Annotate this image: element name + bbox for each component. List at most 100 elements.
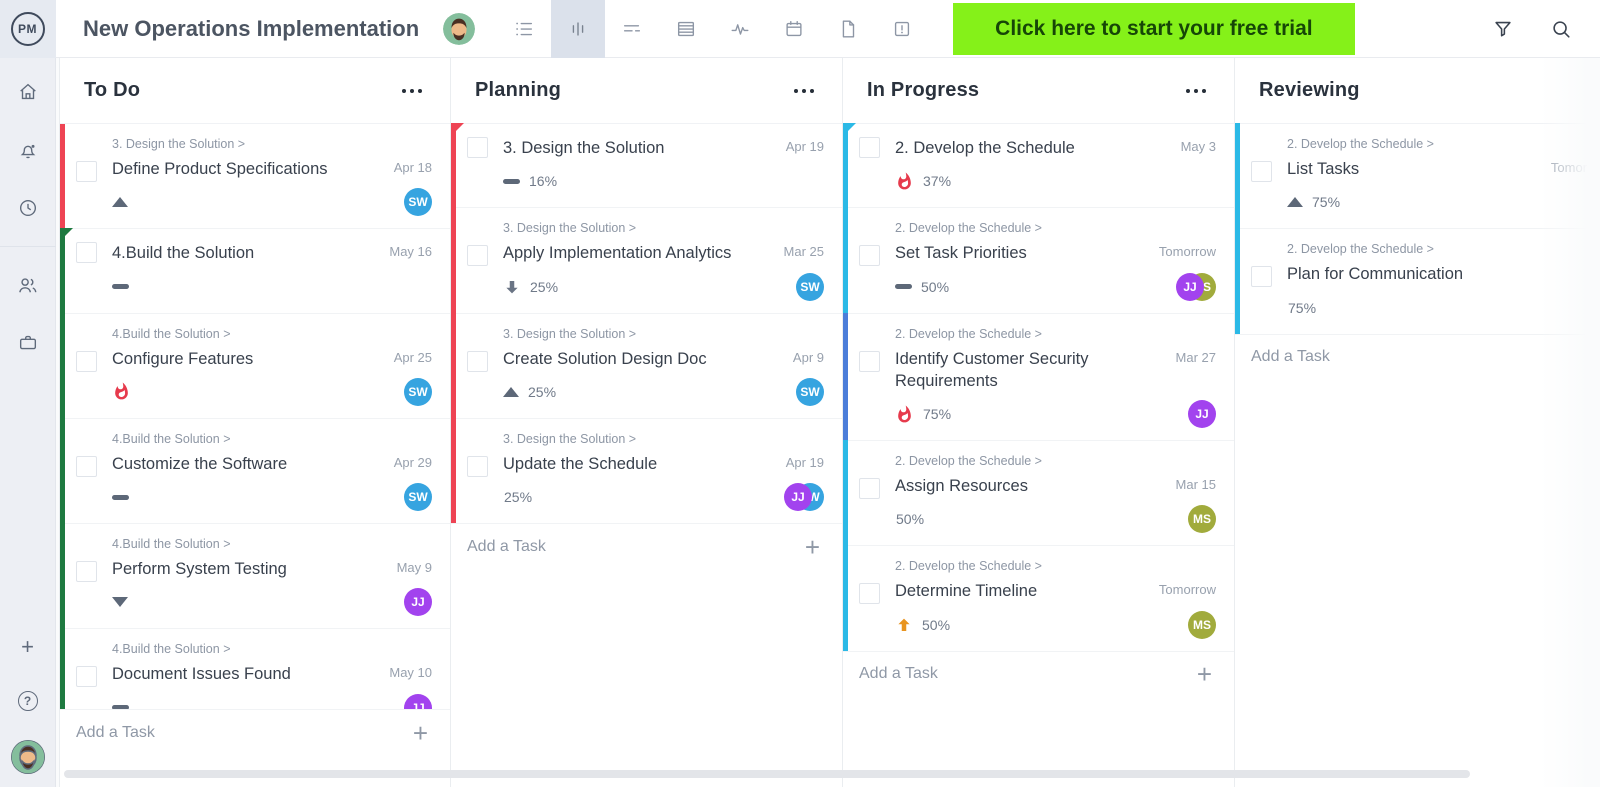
avatar-group: SW <box>796 273 824 301</box>
task-title: Set Task Priorities <box>895 242 1159 264</box>
task-card[interactable]: 2. Develop the Schedule >Plan for Commun… <box>1235 229 1600 333</box>
sidebar-user-avatar[interactable] <box>0 737 56 777</box>
task-checkbox[interactable] <box>467 137 488 158</box>
task-checkbox[interactable] <box>859 351 880 372</box>
sidebar-item-home[interactable] <box>0 72 56 112</box>
task-card[interactable]: 4.Build the SolutionMay 16 <box>60 229 450 313</box>
task-card[interactable]: 3. Design the Solution >Define Product S… <box>60 124 450 229</box>
card-title-row: 4.Build the SolutionMay 16 <box>112 242 432 264</box>
task-card[interactable]: 4.Build the Solution >Document Issues Fo… <box>60 629 450 709</box>
task-card[interactable]: 2. Develop the Schedule > Set Task Priori… <box>843 208 1234 313</box>
task-card[interactable]: 3. Design the Solution >Update the Sched… <box>451 419 842 523</box>
card-meta-row: 25%JJSW <box>503 483 824 511</box>
card-breadcrumb[interactable]: 3. Design the Solution > <box>503 327 824 341</box>
card-breadcrumb[interactable]: 2. Develop the Schedule > <box>895 559 1216 573</box>
task-checkbox[interactable] <box>1251 161 1272 182</box>
add-task-button[interactable]: Add a Task+ <box>60 709 450 755</box>
task-card[interactable]: 2. Develop the Schedule >Assign Resource… <box>843 441 1234 546</box>
alerts-view-icon[interactable] <box>875 0 929 58</box>
task-checkbox[interactable] <box>859 478 880 499</box>
card-breadcrumb[interactable]: 4.Build the Solution > <box>112 432 432 446</box>
sidebar-item-notifications[interactable] <box>0 130 56 170</box>
task-checkbox[interactable] <box>76 242 97 263</box>
card-breadcrumb[interactable]: 2. Develop the Schedule > <box>1287 137 1600 151</box>
task-card[interactable]: 2. Develop the Schedule >Determine Timel… <box>843 546 1234 650</box>
card-stripe <box>843 545 848 650</box>
sidebar-item-team[interactable] <box>0 265 56 305</box>
card-breadcrumb[interactable]: 3. Design the Solution > <box>112 137 432 151</box>
card-title-row: Customize the SoftwareApr 29 <box>112 453 432 475</box>
task-checkbox[interactable] <box>467 351 488 372</box>
task-card[interactable]: 4.Build the Solution >Configure Features… <box>60 314 450 419</box>
card-stripe <box>1235 123 1240 228</box>
card-meta-row: 50%MS <box>895 505 1216 533</box>
sidebar-item-portfolio[interactable] <box>0 323 56 363</box>
task-due-date: Apr 18 <box>394 160 432 175</box>
task-checkbox[interactable] <box>1251 266 1272 287</box>
pm-logo-icon: PM <box>11 12 45 46</box>
filter-button[interactable] <box>1492 18 1514 40</box>
task-card[interactable]: 3. Design the Solution >Create Solution … <box>451 314 842 419</box>
activity-view-icon[interactable] <box>713 0 767 58</box>
sheet-view-icon[interactable] <box>659 0 713 58</box>
card-breadcrumb[interactable]: 2. Develop the Schedule > <box>895 454 1216 468</box>
app-logo[interactable]: PM <box>0 0 56 58</box>
document-view-icon[interactable] <box>821 0 875 58</box>
priority-triangle-up-icon <box>503 387 519 397</box>
task-card[interactable]: 3. Design the SolutionApr 1916% <box>451 124 842 208</box>
card-meta-row: 25%SW <box>503 378 824 406</box>
card-breadcrumb[interactable]: 4.Build the Solution > <box>112 537 432 551</box>
task-card[interactable]: 4.Build the Solution >Perform System Tes… <box>60 524 450 629</box>
task-card[interactable]: 2. Develop the ScheduleMay 337% <box>843 124 1234 208</box>
avatar: SW <box>796 273 824 301</box>
task-checkbox[interactable] <box>467 456 488 477</box>
task-card[interactable]: 3. Design the Solution >Apply Implementa… <box>451 208 842 313</box>
free-trial-banner-button[interactable]: Click here to start your free trial <box>953 3 1354 55</box>
task-checkbox[interactable] <box>859 137 880 158</box>
task-checkbox[interactable] <box>76 561 97 582</box>
column-menu-button[interactable] <box>788 85 820 97</box>
task-checkbox[interactable] <box>76 666 97 687</box>
sidebar-item-add[interactable]: + <box>0 627 56 667</box>
column-menu-button[interactable] <box>396 85 428 97</box>
board-view-icon[interactable] <box>551 0 605 58</box>
task-due-date: Apr 19 <box>786 139 824 154</box>
card-list: 2. Develop the ScheduleMay 337%2. Develo… <box>843 124 1234 651</box>
task-due-date: Apr 9 <box>793 350 824 365</box>
card-breadcrumb[interactable]: 2. Develop the Schedule > <box>895 221 1216 235</box>
card-stripe <box>843 313 848 441</box>
calendar-view-icon[interactable] <box>767 0 821 58</box>
card-breadcrumb[interactable]: 2. Develop the Schedule > <box>1287 242 1600 256</box>
project-owner-avatar[interactable] <box>443 13 475 45</box>
task-checkbox[interactable] <box>859 583 880 604</box>
card-breadcrumb[interactable]: 4.Build the Solution > <box>112 642 432 656</box>
task-checkbox[interactable] <box>76 351 97 372</box>
task-card[interactable]: 2. Develop the Schedule >List TasksTomor… <box>1235 124 1600 229</box>
task-checkbox[interactable] <box>859 245 880 266</box>
search-button[interactable] <box>1550 18 1572 40</box>
add-task-button[interactable]: Add a Task+ <box>1235 334 1600 380</box>
horizontal-scrollbar[interactable] <box>64 770 1470 778</box>
task-card[interactable]: 2. Develop the Schedule >Identify Custom… <box>843 314 1234 442</box>
card-breadcrumb[interactable]: 3. Design the Solution > <box>503 221 824 235</box>
list-view-icon[interactable] <box>497 0 551 58</box>
task-checkbox[interactable] <box>467 245 488 266</box>
gantt-view-icon[interactable] <box>605 0 659 58</box>
card-breadcrumb[interactable]: 2. Develop the Schedule > <box>895 327 1216 341</box>
task-checkbox[interactable] <box>76 456 97 477</box>
card-breadcrumb[interactable]: 3. Design the Solution > <box>503 432 824 446</box>
add-task-button[interactable]: Add a Task+ <box>843 651 1234 697</box>
column-menu-button[interactable] <box>1180 85 1212 97</box>
add-task-button[interactable]: Add a Task+ <box>451 523 842 569</box>
card-meta-row: 50%JJMS <box>895 273 1216 301</box>
top-header: New Operations Implementation Click here… <box>56 0 1600 58</box>
card-list: 2. Develop the Schedule >List TasksTomor… <box>1235 124 1600 334</box>
task-card[interactable]: 4.Build the Solution > Customize the Soft… <box>60 419 450 524</box>
task-checkbox[interactable] <box>76 161 97 182</box>
header-right-actions <box>1492 18 1572 40</box>
sidebar-item-help[interactable]: ? <box>0 681 56 721</box>
board-column: Planning3. Design the SolutionApr 1916%3… <box>451 58 843 787</box>
card-breadcrumb[interactable]: 4.Build the Solution > <box>112 327 432 341</box>
avatar: SW <box>404 188 432 216</box>
sidebar-item-recent[interactable] <box>0 188 56 228</box>
